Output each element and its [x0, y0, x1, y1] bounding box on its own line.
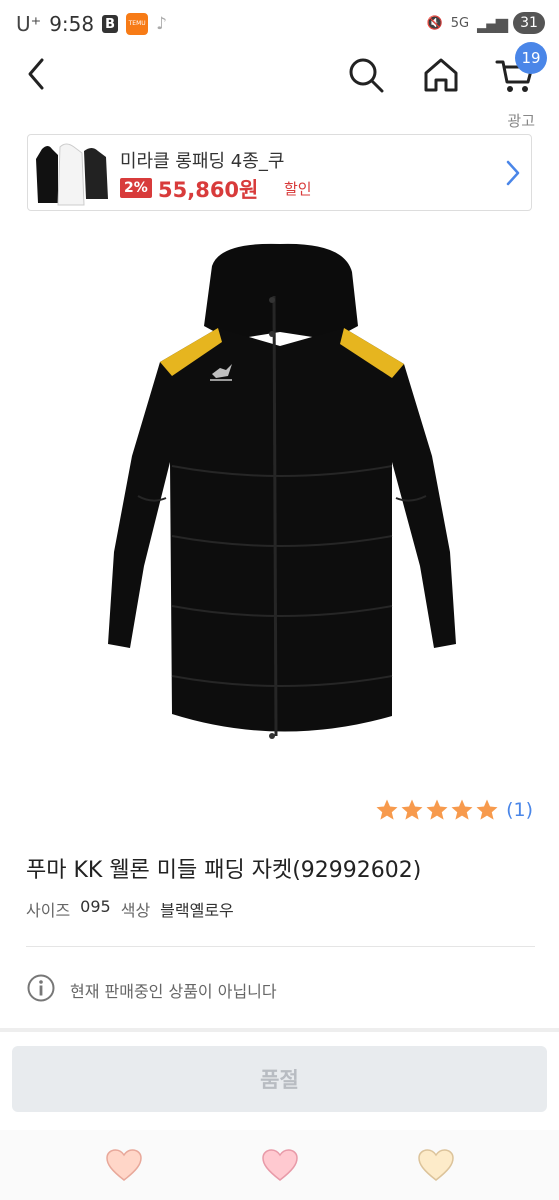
star-icon [425, 798, 449, 822]
ad-banner[interactable]: 미라클 롱패딩 4종_쿠 2% 55,860원 할인 [27, 134, 532, 211]
temu-app-icon: TEMU [126, 13, 149, 35]
size-value: 095 [80, 897, 111, 916]
ad-price: 55,860원 [158, 178, 259, 202]
star-icon [375, 798, 399, 822]
back-icon[interactable] [22, 54, 52, 98]
network-label: 5G [450, 15, 470, 31]
top-nav: 19 [0, 42, 559, 104]
divider [26, 946, 535, 947]
heart-icon[interactable] [105, 1148, 143, 1182]
sale-status-notice: 현재 판매중인 상품이 아닙니다 [26, 973, 277, 1007]
bottom-bar [0, 1130, 559, 1200]
product-image[interactable] [100, 236, 460, 756]
heart-icon[interactable] [261, 1148, 299, 1182]
ad-title: 미라클 롱패딩 4종_쿠 [120, 151, 285, 172]
tiktok-app-icon: ♪ [156, 14, 167, 34]
home-icon[interactable] [420, 54, 462, 100]
battery-indicator: 31 [513, 12, 545, 34]
chevron-right-icon[interactable] [505, 159, 521, 191]
app-b-icon: B [102, 15, 119, 33]
color-value: 블랙옐로우 [160, 901, 234, 920]
ad-label: 광고 [507, 112, 535, 130]
sold-out-button[interactable]: 품절 [12, 1046, 547, 1112]
notice-text: 현재 판매중인 상품이 아닙니다 [70, 982, 277, 1001]
info-icon [26, 973, 56, 1007]
star-icon [450, 798, 474, 822]
star-icon [475, 798, 499, 822]
review-count[interactable]: (1) [506, 799, 533, 821]
cart-count-badge: 19 [515, 42, 547, 74]
star-icon [400, 798, 424, 822]
search-icon[interactable] [345, 54, 387, 100]
color-label: 색상 [120, 901, 151, 920]
product-rating[interactable]: (1) [375, 798, 533, 822]
signal-icon: ▂▄▆ [477, 13, 508, 33]
ad-sale-label: 할인 [284, 180, 312, 198]
ad-product-thumbnail [34, 139, 110, 207]
carrier-label: U⁺ [16, 12, 42, 36]
product-title: 푸마 KK 웰론 미들 패딩 자켓(92992602) [26, 858, 422, 883]
status-bar: U⁺ 9:58 B TEMU ♪ 🔇 5G ▂▄▆ 31 [0, 0, 559, 48]
mute-icon: 🔇 [426, 15, 443, 31]
section-divider [0, 1028, 559, 1032]
product-options: 사이즈 095 색상 블랙옐로우 [26, 897, 234, 921]
size-label: 사이즈 [26, 901, 71, 920]
ad-discount-badge: 2% [120, 178, 152, 198]
clock: 9:58 [49, 12, 95, 36]
heart-icon[interactable] [417, 1148, 455, 1182]
